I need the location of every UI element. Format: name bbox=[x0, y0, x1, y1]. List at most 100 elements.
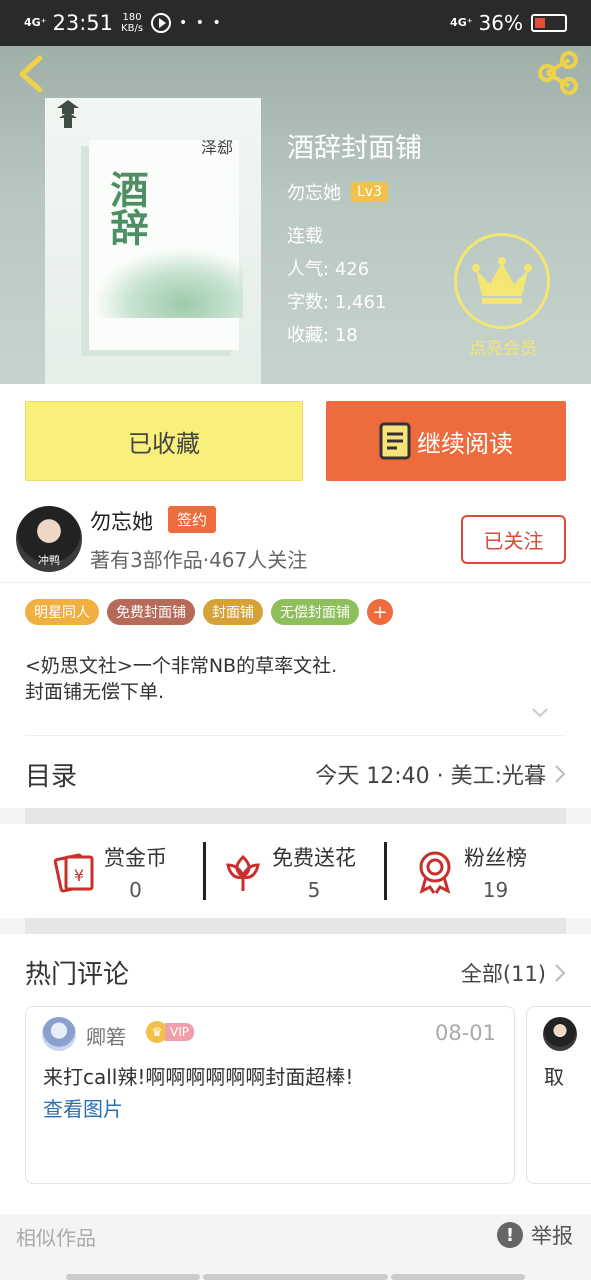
scroll-handle bbox=[391, 1274, 525, 1280]
comment-card[interactable]: 卿箬 ♛ VIP 08-01 来打call辣!啊啊啊啊啊啊封面超棒! 查看图片 bbox=[25, 1006, 515, 1184]
follow-button[interactable]: 已关注 bbox=[461, 515, 566, 564]
battery-icon bbox=[531, 14, 567, 32]
network-speed-unit: KB/s bbox=[121, 23, 144, 34]
all-comments-label: 全部(11) bbox=[460, 962, 546, 986]
all-comments-link[interactable]: 全部(11) bbox=[461, 958, 566, 988]
description-line: 封面铺无偿下单. bbox=[25, 681, 165, 703]
network-speed: 180 KB/s bbox=[121, 12, 143, 34]
favorites-value: 18 bbox=[334, 325, 358, 346]
word-count-label: 字数: bbox=[287, 292, 330, 313]
continue-reading-label: 继续阅读 bbox=[417, 429, 513, 458]
book-popularity: 人气: 426 bbox=[287, 255, 369, 281]
comment-date: 08-01 bbox=[434, 1021, 496, 1045]
book-favorites: 收藏: 18 bbox=[287, 321, 358, 347]
status-right: 4G⁺ 36% bbox=[450, 11, 567, 35]
expand-chevron-icon[interactable] bbox=[531, 707, 549, 719]
cover-calligraphy: 酒辞 bbox=[104, 170, 149, 246]
red-envelope-icon: ¥ bbox=[53, 853, 94, 893]
back-button[interactable] bbox=[14, 54, 50, 94]
author-name[interactable]: 勿忘她 bbox=[90, 506, 153, 536]
continue-reading-button[interactable]: 继续阅读 bbox=[326, 401, 566, 481]
book-description: <奶思文社>一个非常NB的草率文社. 封面铺无偿下单. bbox=[25, 653, 337, 705]
commenter-avatar[interactable] bbox=[42, 1017, 76, 1051]
tag-pill[interactable]: 封面铺 bbox=[203, 599, 263, 625]
footer: 相似作品 ! 举报 bbox=[0, 1214, 591, 1280]
fan-rank-value: 19 bbox=[482, 878, 509, 902]
word-count-value: 1,461 bbox=[334, 292, 387, 313]
tags-description-block: 明星同人 免费封面铺 封面铺 无偿封面铺 + <奶思文社>一个非常NB的草率文社… bbox=[0, 582, 591, 808]
avatar-tag: 冲鸭 bbox=[38, 554, 60, 567]
report-label: 举报 bbox=[531, 1224, 573, 1248]
book-header: 酒辞 泽郄 酒辞封面铺 勿忘她 Lv3 连载 人气: 426 字数: 1,461… bbox=[0, 46, 591, 384]
chevron-right-icon bbox=[555, 964, 566, 982]
crown-icon bbox=[472, 257, 532, 304]
vip-tag: ♛ VIP bbox=[146, 1021, 194, 1043]
fan-rank-stat[interactable]: 粉丝榜 19 bbox=[412, 842, 527, 902]
scroll-handle bbox=[66, 1274, 200, 1280]
book-cover[interactable]: 酒辞 泽郄 bbox=[45, 98, 261, 384]
action-bar: 已收藏 继续阅读 bbox=[0, 384, 591, 496]
reward-stats: ¥ 赏金币 0 免费送花 5 粉丝榜 19 bbox=[0, 824, 591, 918]
similar-works-label: 相似作品 bbox=[16, 1226, 96, 1250]
favorites-label: 收藏: bbox=[287, 325, 330, 346]
warning-icon: ! bbox=[497, 1222, 523, 1248]
vip-badge[interactable] bbox=[454, 233, 550, 329]
author-block: 冲鸭 勿忘她 签约 著有3部作品·467人关注 已关注 bbox=[0, 496, 591, 582]
tag-list: 明星同人 免费封面铺 封面铺 无偿封面铺 + bbox=[25, 599, 393, 625]
media-play-icon bbox=[151, 13, 172, 33]
view-image-link[interactable]: 查看图片 bbox=[43, 1093, 123, 1122]
comments-title: 热门评论 bbox=[25, 960, 130, 990]
network-speed-value: 180 bbox=[122, 12, 142, 23]
toc-title: 目录 bbox=[25, 761, 78, 792]
book-word-count: 字数: 1,461 bbox=[287, 288, 386, 314]
reward-coin-value: 0 bbox=[129, 878, 142, 902]
add-tag-button[interactable]: + bbox=[367, 599, 393, 625]
book-title: 酒辞封面铺 bbox=[287, 133, 422, 164]
network-indicator-left: 4G⁺ bbox=[24, 16, 47, 29]
vip-label[interactable]: 点亮会员 bbox=[458, 334, 548, 359]
tag-pill[interactable]: 明星同人 bbox=[25, 599, 99, 625]
cover-stamp: 泽郄 bbox=[200, 138, 233, 157]
popularity-value: 426 bbox=[334, 259, 370, 280]
chevron-right-icon bbox=[555, 765, 566, 783]
description-line: <奶思文社>一个非常NB的草率文社. bbox=[25, 655, 338, 677]
section-divider bbox=[25, 808, 566, 824]
collected-button[interactable]: 已收藏 bbox=[25, 401, 303, 481]
share-button[interactable] bbox=[535, 50, 581, 96]
reward-coin-label: 赏金币 bbox=[104, 846, 167, 870]
flower-icon bbox=[226, 854, 260, 891]
svg-text:¥: ¥ bbox=[74, 866, 84, 885]
toc-row[interactable]: 目录 今天 12:40 · 美工:光暮 bbox=[25, 739, 566, 809]
free-flower-stat[interactable]: 免费送花 5 bbox=[220, 842, 356, 902]
free-flower-value: 5 bbox=[307, 878, 321, 902]
reward-coin-stat[interactable]: ¥ 赏金币 0 bbox=[52, 842, 167, 902]
level-badge: Lv3 bbox=[351, 182, 388, 202]
network-indicator-right: 4G⁺ bbox=[450, 16, 473, 29]
status-time: 23:51 bbox=[52, 11, 114, 35]
medal-icon bbox=[419, 851, 451, 894]
author-avatar[interactable]: 冲鸭 bbox=[16, 506, 82, 572]
vip-tag-label: VIP bbox=[165, 1023, 194, 1041]
status-bar: 4G⁺ 23:51 180 KB/s • • • 4G⁺ 36% bbox=[0, 0, 591, 46]
commenter-avatar[interactable] bbox=[543, 1017, 577, 1051]
hot-comments: 热门评论 全部(11) 卿箬 ♛ VIP 08-01 来打call辣!啊啊啊啊啊… bbox=[0, 934, 591, 1214]
signed-badge: 签约 bbox=[168, 506, 217, 533]
report-button[interactable]: ! 举报 bbox=[497, 1220, 573, 1250]
tag-pill[interactable]: 无偿封面铺 bbox=[271, 599, 359, 625]
toc-info: 今天 12:40 · 美工:光暮 bbox=[315, 758, 566, 790]
free-flower-label: 免费送花 bbox=[272, 846, 356, 870]
book-author-row: 勿忘她 Lv3 bbox=[287, 179, 388, 205]
commenter-name[interactable]: 卿箬 bbox=[86, 1021, 126, 1050]
book-author[interactable]: 勿忘她 bbox=[287, 179, 341, 205]
fan-rank-label: 粉丝榜 bbox=[464, 846, 527, 870]
comment-card[interactable]: 取 bbox=[526, 1006, 591, 1184]
more-dots-icon: • • • bbox=[179, 15, 223, 31]
comment-text: 来打call辣!啊啊啊啊啊啊封面超棒! bbox=[43, 1065, 354, 1089]
pagoda-icon bbox=[57, 100, 79, 128]
battery-percent: 36% bbox=[478, 11, 523, 35]
scroll-handle bbox=[203, 1274, 388, 1280]
author-stats: 著有3部作品·467人关注 bbox=[90, 548, 308, 572]
book-icon bbox=[379, 422, 411, 460]
popularity-label: 人气: bbox=[287, 259, 330, 280]
tag-pill[interactable]: 免费封面铺 bbox=[107, 599, 195, 625]
